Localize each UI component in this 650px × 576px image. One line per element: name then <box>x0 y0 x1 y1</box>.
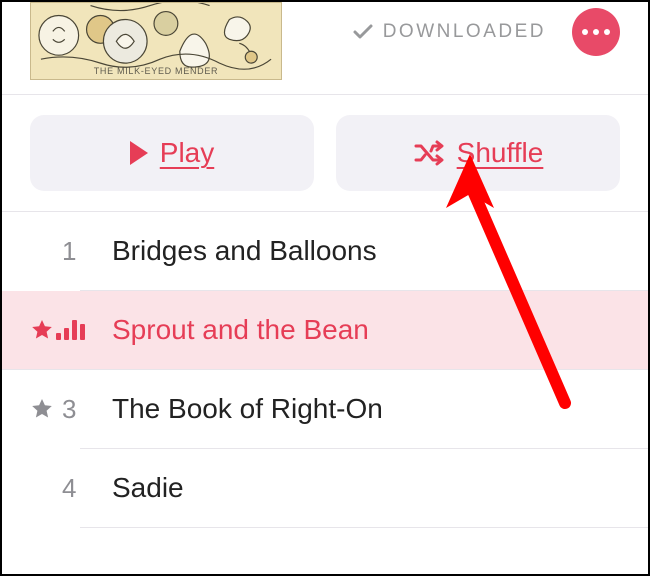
track-title: Bridges and Balloons <box>110 235 377 267</box>
track-title: Sadie <box>110 472 184 504</box>
now-playing-icon <box>56 320 104 340</box>
play-label: Play <box>160 137 214 169</box>
downloaded-status: DOWNLOADED <box>351 20 546 44</box>
track-list: 1 Bridges and Balloons Sprout and the Be… <box>2 212 648 528</box>
album-cover: THE MILK-EYED MENDER <box>30 2 282 80</box>
play-button[interactable]: Play <box>30 115 314 191</box>
track-title: Sprout and the Bean <box>110 314 369 346</box>
track-number: 1 <box>62 236 110 267</box>
track-number: 3 <box>62 394 110 425</box>
divider <box>80 527 648 528</box>
more-button[interactable] <box>572 8 620 56</box>
check-icon <box>351 20 375 44</box>
track-title: The Book of Right-On <box>110 393 383 425</box>
play-icon <box>130 141 148 165</box>
album-header: THE MILK-EYED MENDER DOWNLOADED <box>2 2 648 94</box>
track-row[interactable]: 4 Sadie <box>2 449 648 527</box>
more-icon <box>582 29 610 35</box>
action-buttons: Play Shuffle <box>2 95 648 211</box>
downloaded-label: DOWNLOADED <box>383 21 546 43</box>
shuffle-button[interactable]: Shuffle <box>336 115 620 191</box>
track-row[interactable]: 3 The Book of Right-On <box>2 370 648 448</box>
shuffle-label: Shuffle <box>457 137 544 169</box>
track-row[interactable]: 1 Bridges and Balloons <box>2 212 648 290</box>
star-icon <box>30 397 62 421</box>
track-row-playing[interactable]: Sprout and the Bean <box>2 291 648 369</box>
track-number: 4 <box>62 473 110 504</box>
cover-caption: THE MILK-EYED MENDER <box>31 66 281 76</box>
shuffle-icon <box>413 139 445 167</box>
